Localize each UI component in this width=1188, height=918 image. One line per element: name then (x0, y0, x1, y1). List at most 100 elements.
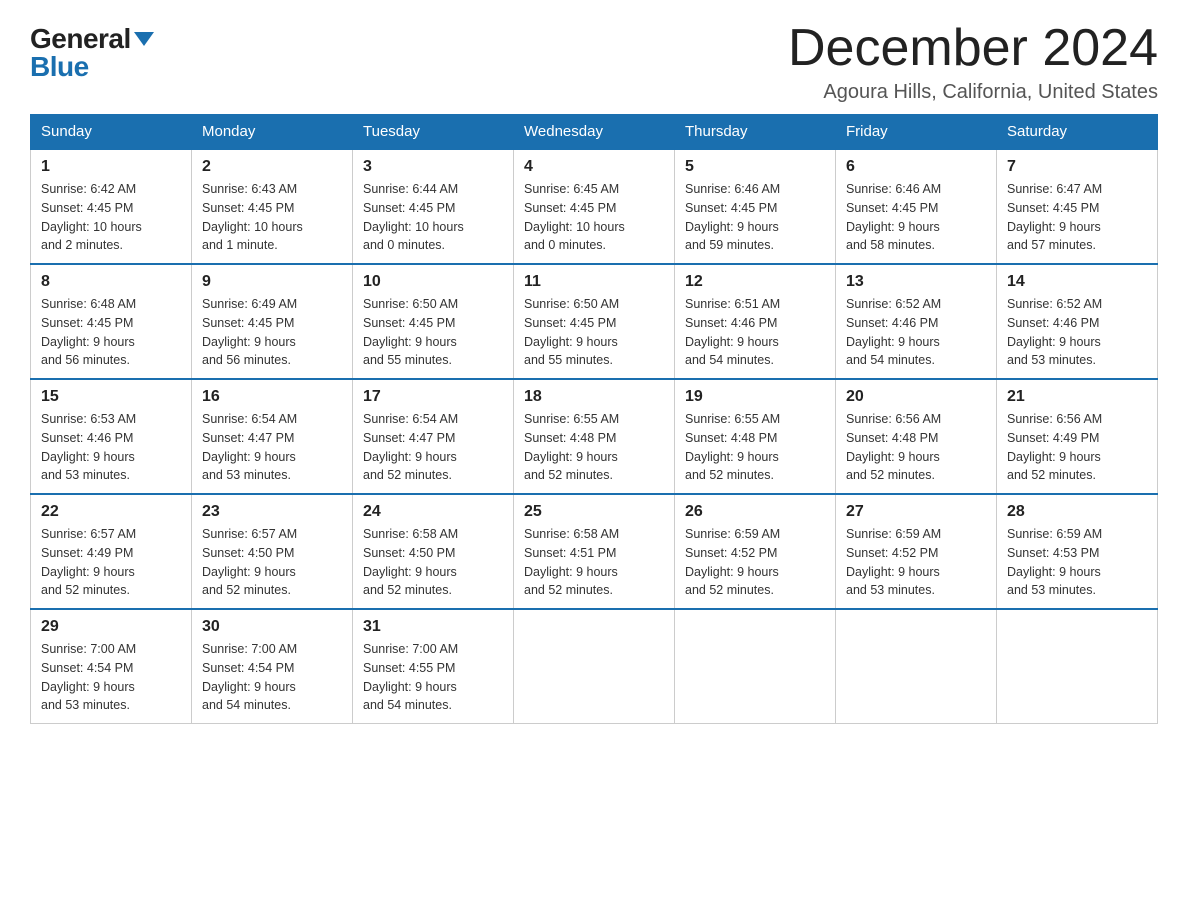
day-number: 17 (363, 388, 503, 406)
daylight2: and 52 minutes. (524, 466, 664, 485)
daylight2: and 53 minutes. (1007, 581, 1147, 600)
day-number: 27 (846, 503, 986, 521)
col-saturday: Saturday (997, 115, 1158, 150)
daylight: Daylight: 9 hours (363, 678, 503, 697)
day-number: 14 (1007, 273, 1147, 291)
sunrise: Sunrise: 6:59 AM (1007, 525, 1147, 544)
daylight: Daylight: 10 hours (363, 218, 503, 237)
day-number: 21 (1007, 388, 1147, 406)
sunset: Sunset: 4:47 PM (363, 429, 503, 448)
sunrise: Sunrise: 6:56 AM (846, 410, 986, 429)
day-number: 25 (524, 503, 664, 521)
table-row: 24 Sunrise: 6:58 AM Sunset: 4:50 PM Dayl… (353, 494, 514, 609)
table-row: 12 Sunrise: 6:51 AM Sunset: 4:46 PM Dayl… (675, 264, 836, 379)
table-row: 3 Sunrise: 6:44 AM Sunset: 4:45 PM Dayli… (353, 149, 514, 264)
sunrise: Sunrise: 7:00 AM (363, 640, 503, 659)
day-number: 15 (41, 388, 181, 406)
week-row: 1 Sunrise: 6:42 AM Sunset: 4:45 PM Dayli… (31, 149, 1158, 264)
day-number: 22 (41, 503, 181, 521)
table-row: 28 Sunrise: 6:59 AM Sunset: 4:53 PM Dayl… (997, 494, 1158, 609)
sunrise: Sunrise: 6:54 AM (202, 410, 342, 429)
daylight: Daylight: 9 hours (41, 333, 181, 352)
table-row: 27 Sunrise: 6:59 AM Sunset: 4:52 PM Dayl… (836, 494, 997, 609)
daylight2: and 52 minutes. (685, 466, 825, 485)
table-row: 31 Sunrise: 7:00 AM Sunset: 4:55 PM Dayl… (353, 609, 514, 724)
daylight: Daylight: 9 hours (685, 448, 825, 467)
daylight: Daylight: 9 hours (685, 218, 825, 237)
table-row: 7 Sunrise: 6:47 AM Sunset: 4:45 PM Dayli… (997, 149, 1158, 264)
table-row: 29 Sunrise: 7:00 AM Sunset: 4:54 PM Dayl… (31, 609, 192, 724)
table-row: 16 Sunrise: 6:54 AM Sunset: 4:47 PM Dayl… (192, 379, 353, 494)
day-info: Sunrise: 6:52 AM Sunset: 4:46 PM Dayligh… (846, 295, 986, 370)
sunset: Sunset: 4:49 PM (41, 544, 181, 563)
day-number: 31 (363, 618, 503, 636)
sunset: Sunset: 4:46 PM (685, 314, 825, 333)
title-section: December 2024 Agoura Hills, California, … (788, 20, 1158, 104)
day-info: Sunrise: 6:49 AM Sunset: 4:45 PM Dayligh… (202, 295, 342, 370)
table-row (514, 609, 675, 724)
daylight: Daylight: 9 hours (202, 333, 342, 352)
sunrise: Sunrise: 6:59 AM (846, 525, 986, 544)
day-info: Sunrise: 7:00 AM Sunset: 4:54 PM Dayligh… (202, 640, 342, 715)
table-row: 30 Sunrise: 7:00 AM Sunset: 4:54 PM Dayl… (192, 609, 353, 724)
day-info: Sunrise: 6:57 AM Sunset: 4:50 PM Dayligh… (202, 525, 342, 600)
daylight2: and 56 minutes. (41, 351, 181, 370)
daylight: Daylight: 9 hours (41, 448, 181, 467)
sunset: Sunset: 4:55 PM (363, 659, 503, 678)
daylight2: and 0 minutes. (524, 236, 664, 255)
daylight: Daylight: 9 hours (846, 333, 986, 352)
sunrise: Sunrise: 6:58 AM (363, 525, 503, 544)
table-row: 11 Sunrise: 6:50 AM Sunset: 4:45 PM Dayl… (514, 264, 675, 379)
day-number: 12 (685, 273, 825, 291)
sunset: Sunset: 4:45 PM (1007, 199, 1147, 218)
sunrise: Sunrise: 6:50 AM (524, 295, 664, 314)
table-row: 17 Sunrise: 6:54 AM Sunset: 4:47 PM Dayl… (353, 379, 514, 494)
day-info: Sunrise: 6:44 AM Sunset: 4:45 PM Dayligh… (363, 180, 503, 255)
daylight: Daylight: 9 hours (685, 563, 825, 582)
day-number: 2 (202, 158, 342, 176)
day-info: Sunrise: 6:42 AM Sunset: 4:45 PM Dayligh… (41, 180, 181, 255)
logo: General Blue (30, 25, 154, 81)
daylight: Daylight: 9 hours (202, 563, 342, 582)
sunrise: Sunrise: 6:55 AM (524, 410, 664, 429)
col-friday: Friday (836, 115, 997, 150)
sunset: Sunset: 4:52 PM (685, 544, 825, 563)
daylight: Daylight: 10 hours (202, 218, 342, 237)
day-info: Sunrise: 6:54 AM Sunset: 4:47 PM Dayligh… (363, 410, 503, 485)
table-row: 6 Sunrise: 6:46 AM Sunset: 4:45 PM Dayli… (836, 149, 997, 264)
daylight2: and 2 minutes. (41, 236, 181, 255)
day-info: Sunrise: 7:00 AM Sunset: 4:55 PM Dayligh… (363, 640, 503, 715)
sunset: Sunset: 4:52 PM (846, 544, 986, 563)
day-number: 26 (685, 503, 825, 521)
table-row: 23 Sunrise: 6:57 AM Sunset: 4:50 PM Dayl… (192, 494, 353, 609)
day-number: 19 (685, 388, 825, 406)
table-row: 5 Sunrise: 6:46 AM Sunset: 4:45 PM Dayli… (675, 149, 836, 264)
daylight2: and 52 minutes. (1007, 466, 1147, 485)
day-info: Sunrise: 6:51 AM Sunset: 4:46 PM Dayligh… (685, 295, 825, 370)
daylight: Daylight: 9 hours (846, 563, 986, 582)
sunrise: Sunrise: 6:58 AM (524, 525, 664, 544)
day-number: 3 (363, 158, 503, 176)
sunrise: Sunrise: 6:54 AM (363, 410, 503, 429)
header-row: Sunday Monday Tuesday Wednesday Thursday… (31, 115, 1158, 150)
daylight2: and 52 minutes. (846, 466, 986, 485)
daylight2: and 1 minute. (202, 236, 342, 255)
daylight: Daylight: 9 hours (846, 448, 986, 467)
page-header: General Blue December 2024 Agoura Hills,… (30, 20, 1158, 104)
daylight2: and 52 minutes. (202, 581, 342, 600)
daylight2: and 55 minutes. (524, 351, 664, 370)
col-thursday: Thursday (675, 115, 836, 150)
sunrise: Sunrise: 6:42 AM (41, 180, 181, 199)
sunrise: Sunrise: 6:57 AM (41, 525, 181, 544)
sunrise: Sunrise: 6:46 AM (846, 180, 986, 199)
sunset: Sunset: 4:53 PM (1007, 544, 1147, 563)
day-number: 8 (41, 273, 181, 291)
sunset: Sunset: 4:48 PM (846, 429, 986, 448)
sunset: Sunset: 4:54 PM (202, 659, 342, 678)
table-row: 25 Sunrise: 6:58 AM Sunset: 4:51 PM Dayl… (514, 494, 675, 609)
table-row: 13 Sunrise: 6:52 AM Sunset: 4:46 PM Dayl… (836, 264, 997, 379)
daylight2: and 53 minutes. (41, 466, 181, 485)
day-number: 6 (846, 158, 986, 176)
daylight: Daylight: 9 hours (685, 333, 825, 352)
daylight: Daylight: 9 hours (363, 448, 503, 467)
